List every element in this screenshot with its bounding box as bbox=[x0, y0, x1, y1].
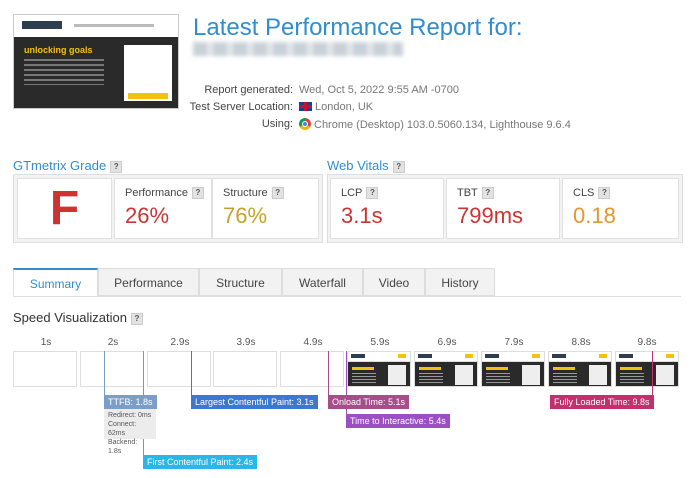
help-icon[interactable]: ? bbox=[392, 161, 405, 173]
using-value: Chrome (Desktop) 103.0.5060.134, Lightho… bbox=[299, 118, 571, 131]
web-vitals-heading: Web Vitals? bbox=[327, 158, 405, 173]
filmstrip-frame[interactable] bbox=[213, 351, 277, 387]
timeline-tick: 2s bbox=[107, 337, 119, 348]
server-location-label: Test Server Location: bbox=[189, 101, 293, 113]
timeline-tick: 6.9s bbox=[437, 337, 457, 348]
tab-summary[interactable]: Summary bbox=[13, 268, 98, 296]
ttfb-line bbox=[104, 351, 105, 396]
report-generated-label: Report generated: bbox=[204, 84, 293, 96]
cls-cell: CLS? 0.18 bbox=[562, 178, 679, 239]
server-location-value: London, UK bbox=[299, 101, 373, 113]
lcp-line bbox=[191, 351, 192, 396]
timeline-tick: 1s bbox=[40, 337, 52, 348]
timeline-tick: 3.9s bbox=[236, 337, 256, 348]
help-icon[interactable]: ? bbox=[481, 187, 494, 199]
performance-value: 26% bbox=[125, 203, 170, 228]
report-generated-value: Wed, Oct 5, 2022 9:55 AM -0700 bbox=[299, 84, 460, 96]
tab-performance[interactable]: Performance bbox=[98, 268, 199, 296]
lcp-cell: LCP? 3.1s bbox=[330, 178, 444, 239]
redacted-url bbox=[193, 42, 403, 56]
performance-cell: Performance? 26% bbox=[114, 178, 212, 239]
tab-video[interactable]: Video bbox=[363, 268, 425, 296]
tbt-cell: TBT? 799ms bbox=[446, 178, 560, 239]
ttfb-marker[interactable]: TTFB: 1.8s bbox=[104, 395, 157, 409]
filmstrip-frame[interactable] bbox=[548, 351, 612, 387]
timeline-tick: 2.9s bbox=[170, 337, 190, 348]
ttfb-breakdown: Redirect: 0ms Connect: 62ms Backend: 1.8… bbox=[104, 409, 156, 455]
grade-letter: F bbox=[17, 178, 112, 239]
tbt-value: 799ms bbox=[457, 203, 524, 228]
help-icon[interactable]: ? bbox=[366, 187, 379, 199]
filmstrip-frame[interactable] bbox=[414, 351, 478, 387]
onload-line bbox=[328, 351, 329, 396]
uk-flag-icon bbox=[299, 102, 312, 111]
report-title: Latest Performance Report for: bbox=[193, 14, 523, 41]
structure-label: Structure? bbox=[223, 187, 284, 199]
fcp-marker[interactable]: First Contentful Paint: 2.4s bbox=[143, 455, 258, 469]
onload-marker[interactable]: Onload Time: 5.1s bbox=[328, 395, 410, 409]
cls-label: CLS? bbox=[573, 187, 611, 199]
filmstrip-frame[interactable] bbox=[481, 351, 545, 387]
tab-history[interactable]: History bbox=[425, 268, 495, 296]
timeline-tick: 5.9s bbox=[370, 337, 390, 348]
fully-loaded-marker[interactable]: Fully Loaded Time: 9.8s bbox=[550, 395, 654, 409]
tbt-label: TBT? bbox=[457, 187, 494, 199]
help-icon[interactable]: ? bbox=[271, 187, 284, 199]
fully-loaded-line bbox=[652, 351, 653, 396]
lcp-marker[interactable]: Largest Contentful Paint: 3.1s bbox=[191, 395, 318, 409]
timeline-tick: 4.9s bbox=[303, 337, 323, 348]
tab-structure[interactable]: Structure bbox=[199, 268, 282, 296]
lcp-label: LCP? bbox=[341, 187, 379, 199]
help-icon[interactable]: ? bbox=[191, 187, 204, 199]
structure-cell: Structure? 76% bbox=[212, 178, 319, 239]
gtmetrix-grade-heading: GTmetrix Grade? bbox=[13, 158, 123, 173]
tab-waterfall[interactable]: Waterfall bbox=[282, 268, 363, 296]
structure-value: 76% bbox=[223, 203, 268, 228]
filmstrip-frame[interactable] bbox=[80, 351, 144, 387]
timeline-tick: 8.8s bbox=[571, 337, 591, 348]
help-icon[interactable]: ? bbox=[130, 313, 143, 325]
tti-marker[interactable]: Time to Interactive: 5.4s bbox=[346, 414, 450, 428]
chrome-icon bbox=[299, 118, 311, 130]
filmstrip-frame[interactable] bbox=[13, 351, 77, 387]
lcp-value: 3.1s bbox=[341, 203, 383, 228]
filmstrip-frame[interactable] bbox=[147, 351, 211, 387]
filmstrip-frame[interactable] bbox=[280, 351, 344, 387]
thumbnail-hero-text: unlocking goals bbox=[24, 45, 93, 55]
filmstrip-frame[interactable] bbox=[615, 351, 679, 387]
help-icon[interactable]: ? bbox=[598, 187, 611, 199]
report-tabs: Summary Performance Structure Waterfall … bbox=[13, 268, 681, 297]
cls-value: 0.18 bbox=[573, 203, 616, 228]
using-label: Using: bbox=[261, 118, 293, 130]
help-icon[interactable]: ? bbox=[110, 161, 123, 173]
speed-visualization-heading: Speed Visualization? bbox=[13, 310, 143, 325]
performance-label: Performance? bbox=[125, 187, 204, 199]
timeline-tick: 9.8s bbox=[637, 337, 657, 348]
site-logo bbox=[22, 21, 62, 29]
timeline-tick: 7.9s bbox=[504, 337, 524, 348]
filmstrip-frame[interactable] bbox=[347, 351, 411, 387]
